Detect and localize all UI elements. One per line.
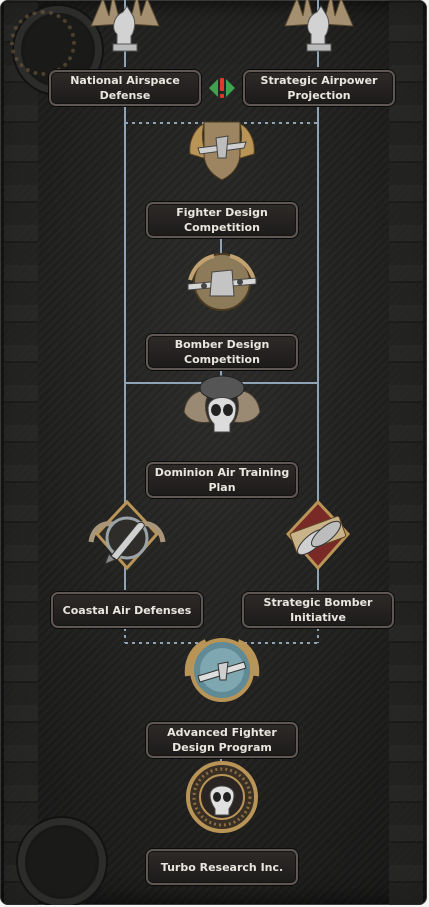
globe-plane-icon — [184, 638, 260, 702]
skull-medallion-icon — [186, 761, 258, 833]
focus-fighter-design-competition[interactable]: Fighter Design Competition — [142, 108, 302, 238]
winged-skull-icon — [183, 375, 261, 433]
focus-label: National Airspace Defense — [49, 70, 201, 106]
fighter-plane-icon — [189, 121, 255, 181]
focus-label: Turbo Research Inc. — [146, 849, 298, 885]
focus-tree-panel: National Airspace Defense Strategic Airp… — [0, 0, 427, 905]
focus-label: Strategic Airpower Projection — [243, 70, 395, 106]
focus-label: Fighter Design Competition — [146, 202, 298, 238]
focus-label: Bomber Design Competition — [146, 334, 298, 370]
focus-label: Strategic Bomber Initiative — [242, 592, 394, 628]
bomb-wings-icon — [88, 499, 166, 571]
chess-knight-wings-icon — [90, 0, 160, 52]
focus-turbo-research-inc[interactable]: Turbo Research Inc. — [142, 755, 302, 885]
focus-dominion-air-training-plan[interactable]: Dominion Air Training Plan — [142, 368, 302, 498]
focus-coastal-air-defenses[interactable]: Coastal Air Defenses — [47, 498, 207, 628]
focus-strategic-airpower-projection[interactable]: Strategic Airpower Projection — [239, 0, 399, 106]
focus-strategic-bomber-initiative[interactable]: Strategic Bomber Initiative — [238, 498, 398, 628]
bombs-emblem-icon — [285, 499, 351, 571]
focus-label: Coastal Air Defenses — [51, 592, 203, 628]
bomber-plane-icon — [187, 253, 257, 311]
focus-national-airspace-defense[interactable]: National Airspace Defense — [45, 0, 205, 106]
focus-bomber-design-competition[interactable]: Bomber Design Competition — [142, 240, 302, 370]
focus-label: Advanced Fighter Design Program — [146, 722, 298, 758]
focus-label: Dominion Air Training Plan — [146, 462, 298, 498]
exclusive-warning-icon — [209, 78, 235, 98]
chess-knight-wings-icon — [284, 0, 354, 52]
focus-advanced-fighter-design-program[interactable]: Advanced Fighter Design Program — [142, 628, 302, 758]
